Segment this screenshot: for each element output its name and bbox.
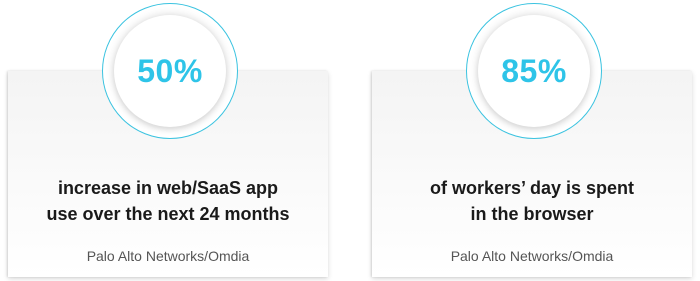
stat-circle-inner: 50% — [114, 15, 226, 127]
stat-value: 85% — [501, 52, 567, 89]
stat-circle: 85% — [466, 3, 602, 139]
stat-circle: 50% — [102, 3, 238, 139]
stat-value: 50% — [137, 52, 203, 89]
stat-source: Palo Alto Networks/Omdia — [450, 248, 614, 264]
stat-source: Palo Alto Networks/Omdia — [86, 248, 250, 264]
stat-description: increase in web/SaaS app use over the nex… — [46, 178, 290, 224]
stat-description: of workers’ day is spent in the browser — [429, 178, 635, 224]
stat-circle-inner: 85% — [478, 15, 590, 127]
